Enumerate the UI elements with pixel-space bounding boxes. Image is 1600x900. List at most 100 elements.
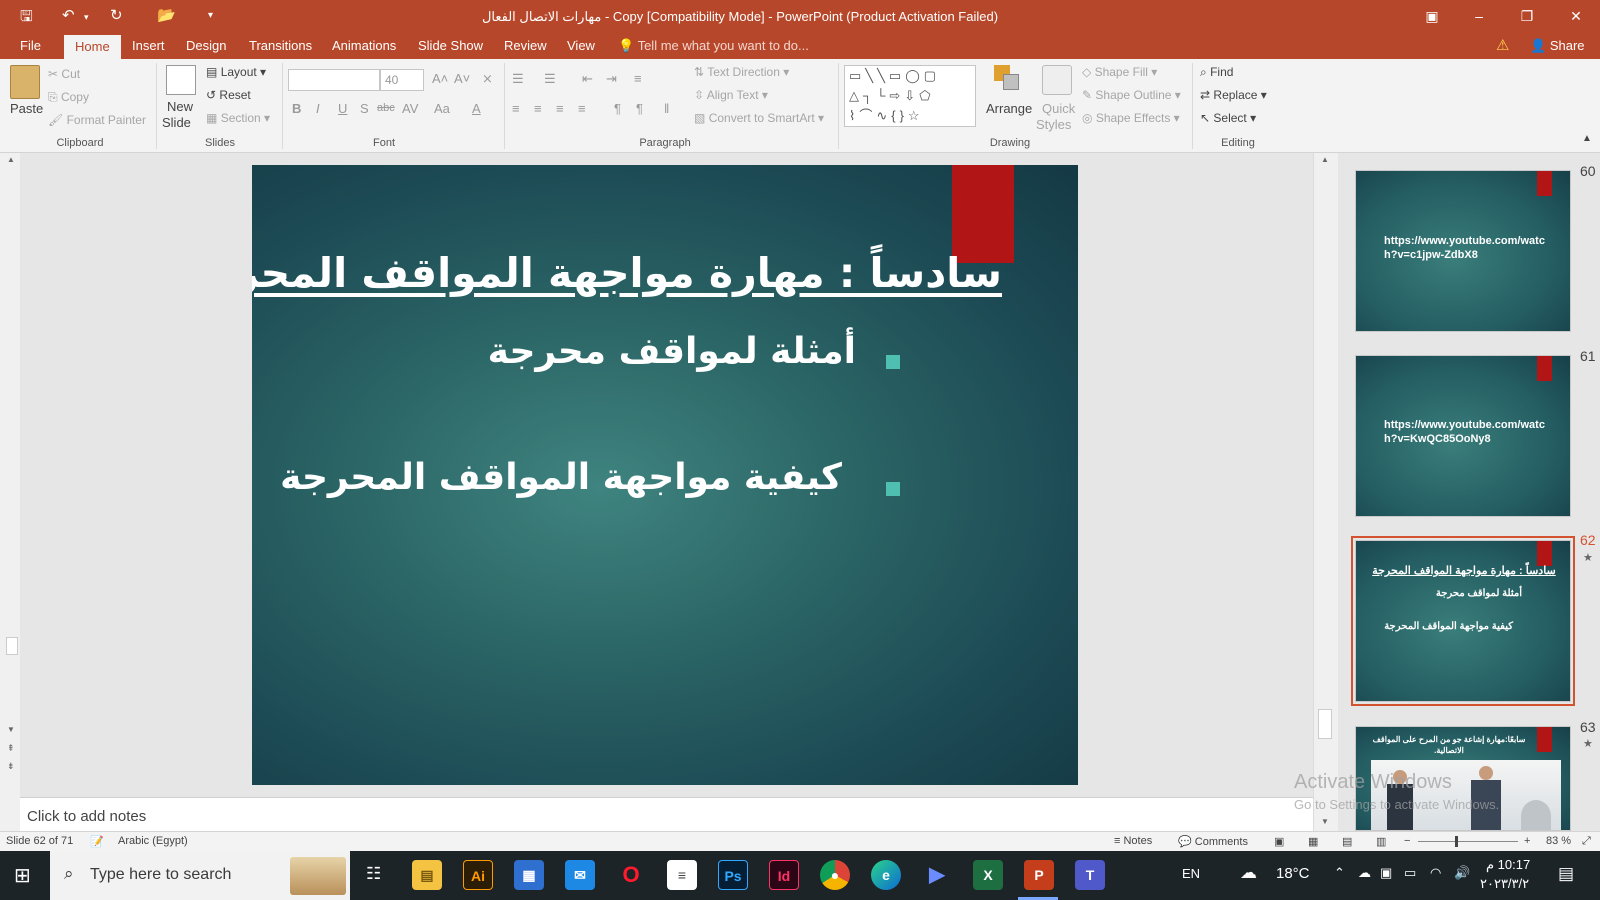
convert-smartart-button[interactable]: ▧ Convert to SmartArt ▾ xyxy=(694,111,824,125)
slide-thumbnail-62[interactable]: سادساً : مهارة مواجهة المواقف المحرجة أم… xyxy=(1351,536,1575,706)
app-icon[interactable]: ▶ xyxy=(922,860,952,890)
slide-thumbnail-60[interactable]: https://www.youtube.com/watch?v=c1jpw-Zd… xyxy=(1355,170,1571,332)
restore-button[interactable]: ❐ xyxy=(1510,4,1544,28)
normal-view-icon[interactable]: ▣ xyxy=(1274,835,1284,848)
reset-button[interactable]: ↺ Reset xyxy=(206,88,251,102)
indesign-icon[interactable]: Id xyxy=(769,860,799,890)
network-icon[interactable]: ☁ xyxy=(1358,865,1371,881)
font-name-box[interactable] xyxy=(288,69,380,91)
scroll-down-icon[interactable]: ▼ xyxy=(7,725,15,734)
scroll-up-icon[interactable]: ▲ xyxy=(1321,155,1329,164)
volume-icon[interactable]: 🔊 xyxy=(1454,865,1470,881)
illustrator-icon[interactable]: Ai xyxy=(463,860,493,890)
zoom-out-icon[interactable]: − xyxy=(1404,835,1410,847)
strikethrough-button[interactable]: abc xyxy=(377,102,395,114)
spellcheck-icon[interactable]: 📝 xyxy=(90,835,104,848)
quick-styles-icon[interactable] xyxy=(1042,65,1072,95)
weather-icon[interactable]: ☁ xyxy=(1240,863,1257,883)
device-icon[interactable]: ▣ xyxy=(1380,865,1392,881)
slide-sorter-icon[interactable]: ▦ xyxy=(1308,835,1318,848)
format-painter-button[interactable]: 🖌 Format Painter xyxy=(48,113,146,127)
editor-scrollbar[interactable]: ▲ ▼ xyxy=(1313,153,1337,831)
bullets-icon[interactable]: ☰ xyxy=(512,71,524,87)
close-button[interactable]: ✕ xyxy=(1559,4,1593,28)
arrange-button[interactable]: Arrange xyxy=(986,101,1032,116)
decrease-indent-icon[interactable]: ⇤ xyxy=(582,71,593,87)
warning-icon[interactable]: ⚠ xyxy=(1496,36,1509,54)
taskbar-search-box[interactable]: ⌕ Type here to search xyxy=(50,851,350,900)
shape-fill-button[interactable]: ◇ Shape Fill ▾ xyxy=(1082,65,1157,79)
slide-bullet-1[interactable]: أمثلة لمواقف محرجة xyxy=(488,331,856,372)
chrome-icon[interactable]: ● xyxy=(820,860,850,890)
store-icon[interactable]: ▦ xyxy=(514,860,544,890)
zoom-in-icon[interactable]: + xyxy=(1524,835,1530,847)
bold-button[interactable]: B xyxy=(292,101,301,116)
char-spacing-icon[interactable]: AV xyxy=(402,101,418,116)
tab-transitions[interactable]: Transitions xyxy=(249,38,312,53)
shrink-font-icon[interactable]: A˅ xyxy=(454,71,470,86)
undo-dropdown-icon[interactable]: ▾ xyxy=(84,12,89,23)
zoom-level[interactable]: 83 % xyxy=(1546,835,1571,847)
redo-icon[interactable]: ↻ xyxy=(110,6,123,24)
teams-icon[interactable]: T xyxy=(1075,860,1105,890)
new-slide-icon[interactable] xyxy=(166,65,196,95)
undo-icon[interactable]: ↶ xyxy=(62,6,75,24)
scroll-thumb[interactable] xyxy=(6,637,18,655)
notes-button[interactable]: ≡ Notes xyxy=(1114,835,1152,847)
temperature[interactable]: 18°C xyxy=(1276,865,1310,882)
battery-icon[interactable]: ▭ xyxy=(1404,865,1416,881)
zoom-slider[interactable] xyxy=(1418,841,1518,842)
edge-icon[interactable]: e xyxy=(871,860,901,890)
current-slide[interactable]: سادساً : مهارة مواجهة المواقف المحرجة أم… xyxy=(252,165,1078,785)
shape-effects-button[interactable]: ◎ Shape Effects ▾ xyxy=(1082,111,1180,125)
italic-button[interactable]: I xyxy=(316,101,320,116)
align-right-icon[interactable]: ≡ xyxy=(556,101,564,116)
section-button[interactable]: ▦ Section ▾ xyxy=(206,111,270,125)
language-indicator[interactable]: Arabic (Egypt) xyxy=(118,835,188,847)
clear-format-icon[interactable]: ⨯ xyxy=(482,71,493,87)
shape-outline-button[interactable]: ✎ Shape Outline ▾ xyxy=(1082,88,1181,102)
notes-pane[interactable]: Click to add notes xyxy=(20,797,1313,831)
next-slide-icon[interactable]: ⇟ xyxy=(7,761,15,772)
increase-indent-icon[interactable]: ⇥ xyxy=(606,71,617,87)
scroll-up-icon[interactable]: ▲ xyxy=(7,155,15,164)
mail-icon[interactable]: ✉ xyxy=(565,860,595,890)
fit-slide-icon[interactable]: ⤢ xyxy=(1582,835,1591,848)
tab-insert[interactable]: Insert xyxy=(132,38,165,53)
task-view-icon[interactable]: ☷ xyxy=(366,864,381,884)
paste-icon[interactable] xyxy=(10,65,40,99)
paste-button[interactable]: Paste xyxy=(10,101,43,116)
tab-slide-show[interactable]: Slide Show xyxy=(418,38,483,53)
replace-button[interactable]: ⇄ Replace ▾ xyxy=(1200,88,1267,102)
slideshow-view-icon[interactable]: ▥ xyxy=(1376,835,1386,848)
align-left-icon[interactable]: ≡ xyxy=(512,101,520,116)
arrange-icon[interactable] xyxy=(994,65,1020,91)
reading-view-icon[interactable]: ▤ xyxy=(1342,835,1352,848)
new-slide-label-2[interactable]: Slide xyxy=(162,115,191,130)
powerpoint-icon[interactable]: P xyxy=(1024,860,1054,890)
notes-placeholder[interactable]: Click to add notes xyxy=(27,808,146,825)
customize-qat-icon[interactable]: ▾ xyxy=(208,10,213,21)
notifications-icon[interactable]: ▤ xyxy=(1558,864,1574,884)
font-color-icon[interactable]: A xyxy=(472,101,481,116)
collapse-ribbon-icon[interactable]: ▲ xyxy=(1582,133,1592,144)
tab-animations[interactable]: Animations xyxy=(332,38,396,53)
tab-design[interactable]: Design xyxy=(186,38,226,53)
grow-font-icon[interactable]: A˄ xyxy=(432,71,448,86)
shadow-button[interactable]: S xyxy=(360,101,369,116)
tab-review[interactable]: Review xyxy=(504,38,547,53)
clock-date[interactable]: ٢٠٢٣/٣/٢ xyxy=(1480,876,1529,892)
quick-styles-label[interactable]: Quick xyxy=(1042,101,1075,116)
windows-start-icon[interactable]: ⊞ xyxy=(14,863,31,888)
find-button[interactable]: ⌕ Find xyxy=(1200,65,1233,80)
align-center-icon[interactable]: ≡ xyxy=(534,101,542,116)
input-language[interactable]: EN xyxy=(1182,866,1200,881)
photoshop-icon[interactable]: Ps xyxy=(718,860,748,890)
underline-button[interactable]: U xyxy=(338,101,347,116)
ltr-icon[interactable]: ¶ xyxy=(614,101,621,116)
opera-icon[interactable]: O xyxy=(616,860,646,890)
minimize-button[interactable]: – xyxy=(1462,4,1496,28)
tell-me-box[interactable]: 💡 Tell me what you want to do... xyxy=(618,38,809,54)
slide-bullet-2[interactable]: كيفية مواجهة المواقف المحرجة xyxy=(280,457,842,498)
slides-pane-collapsed[interactable]: ▲ ▼ ⇞ ⇟ xyxy=(4,153,20,831)
